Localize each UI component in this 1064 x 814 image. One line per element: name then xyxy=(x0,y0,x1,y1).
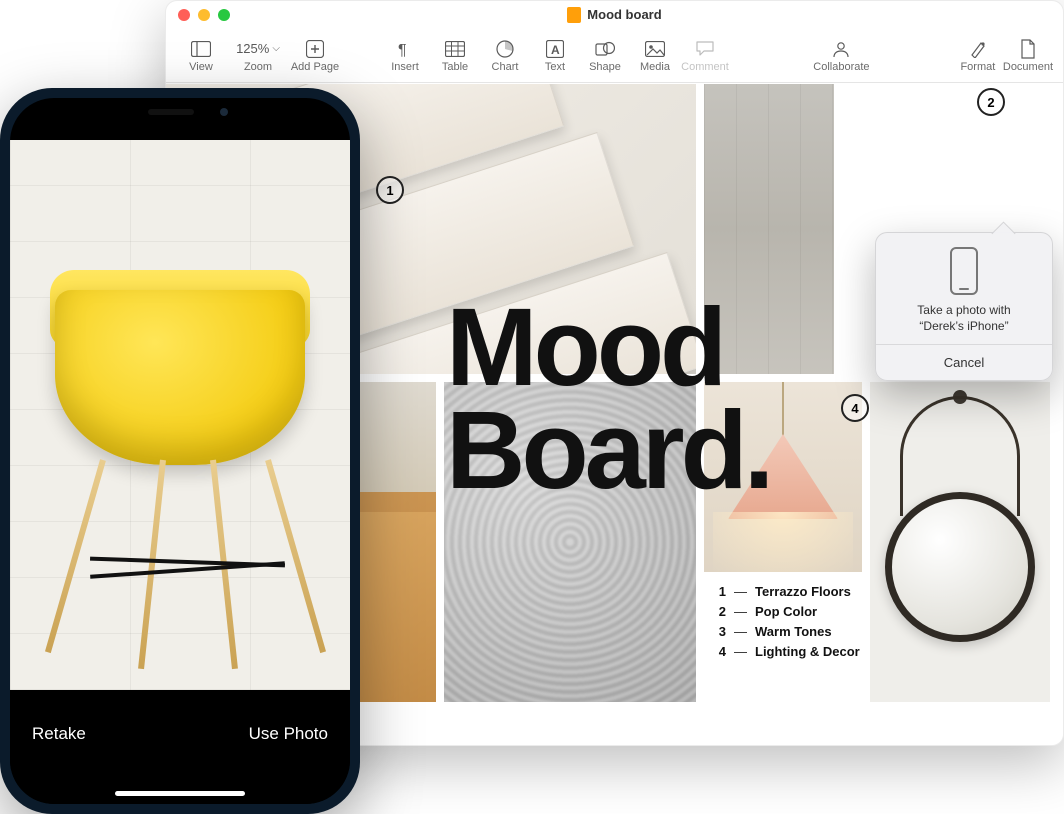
media-label: Media xyxy=(640,61,670,73)
popover-body: Take a photo with “Derek’s iPhone” xyxy=(876,233,1052,344)
add-page-label: Add Page xyxy=(291,61,339,73)
insert-button[interactable]: ¶ Insert xyxy=(380,39,430,73)
iphone-notch xyxy=(100,98,260,126)
zoom-button[interactable]: 125% Zoom xyxy=(226,39,290,73)
shape-button[interactable]: Shape xyxy=(580,39,630,73)
annotation-2: 2 xyxy=(977,88,1005,116)
sidebar-icon xyxy=(191,39,211,59)
collaborate-button[interactable]: Collaborate xyxy=(801,39,881,73)
iphone-screen: Retake Use Photo xyxy=(10,98,350,804)
legend-row-3: 3 — Warm Tones xyxy=(712,622,882,642)
iphone-icon xyxy=(950,247,978,295)
use-photo-button[interactable]: Use Photo xyxy=(249,724,328,744)
table-button[interactable]: Table xyxy=(430,39,480,73)
iphone-device: Retake Use Photo xyxy=(0,88,360,814)
collaborate-label: Collaborate xyxy=(813,61,869,73)
legend[interactable]: 1 — Terrazzo Floors 2 — Pop Color 3 — Wa… xyxy=(712,582,882,663)
zoom-value: 125% xyxy=(236,39,280,59)
comment-label: Comment xyxy=(681,61,729,73)
svg-text:A: A xyxy=(551,43,560,57)
svg-text:¶: ¶ xyxy=(398,42,407,58)
minimize-window-button[interactable] xyxy=(198,9,210,21)
zoom-window-button[interactable] xyxy=(218,9,230,21)
comment-icon xyxy=(695,39,715,59)
image-hanging-mirror[interactable] xyxy=(870,382,1050,702)
add-page-button[interactable]: Add Page xyxy=(290,39,340,73)
titlebar: Mood board xyxy=(166,1,1063,29)
window-title: Mood board xyxy=(166,7,1063,23)
legend-row-2: 2 — Pop Color xyxy=(712,602,882,622)
heading-line-1: Mood xyxy=(446,296,770,399)
camera-photo-preview[interactable] xyxy=(10,140,350,690)
close-window-button[interactable] xyxy=(178,9,190,21)
toolbar: View 125% Zoom Add Page ¶ Insert Table xyxy=(166,29,1063,83)
window-title-text: Mood board xyxy=(587,7,661,22)
annotation-4: 4 xyxy=(841,394,869,422)
view-label: View xyxy=(189,61,213,73)
continuity-camera-popover: Take a photo with “Derek’s iPhone” Cance… xyxy=(875,232,1053,381)
insert-label: Insert xyxy=(391,61,419,73)
chart-label: Chart xyxy=(492,61,519,73)
legend-row-1: 1 — Terrazzo Floors xyxy=(712,582,882,602)
table-icon xyxy=(445,39,465,59)
zoom-label: Zoom xyxy=(244,61,272,73)
home-indicator[interactable] xyxy=(115,791,245,796)
shape-label: Shape xyxy=(589,61,621,73)
text-button[interactable]: A Text xyxy=(530,39,580,73)
chart-icon xyxy=(496,39,514,59)
annotation-1: 1 xyxy=(376,176,404,204)
document-icon xyxy=(567,7,581,23)
collaborate-icon xyxy=(830,39,852,59)
retake-button[interactable]: Retake xyxy=(32,724,86,744)
plus-page-icon xyxy=(306,39,324,59)
document-icon-toolbar xyxy=(1020,39,1036,59)
media-button[interactable]: Media xyxy=(630,39,680,73)
pilcrow-icon: ¶ xyxy=(397,39,413,59)
shape-icon xyxy=(595,39,615,59)
document-heading[interactable]: Mood Board. xyxy=(446,296,770,503)
format-button[interactable]: Format xyxy=(953,39,1003,73)
document-button[interactable]: Document xyxy=(1003,39,1053,73)
media-icon xyxy=(645,39,665,59)
format-icon xyxy=(969,39,987,59)
chart-button[interactable]: Chart xyxy=(480,39,530,73)
traffic-lights xyxy=(178,9,230,21)
comment-button[interactable]: Comment xyxy=(680,39,730,73)
table-label: Table xyxy=(442,61,468,73)
camera-bottom-bar: Retake Use Photo xyxy=(10,690,350,804)
view-button[interactable]: View xyxy=(176,39,226,73)
heading-line-2: Board. xyxy=(446,399,770,502)
text-icon: A xyxy=(546,39,564,59)
document-label: Document xyxy=(1003,61,1053,73)
format-label: Format xyxy=(960,61,995,73)
popover-text-line2: “Derek’s iPhone” xyxy=(888,319,1040,335)
popover-text-line1: Take a photo with xyxy=(888,303,1040,319)
legend-row-4: 4 — Lighting & Decor xyxy=(712,642,882,662)
popover-cancel-button[interactable]: Cancel xyxy=(876,344,1052,380)
text-label: Text xyxy=(545,61,565,73)
